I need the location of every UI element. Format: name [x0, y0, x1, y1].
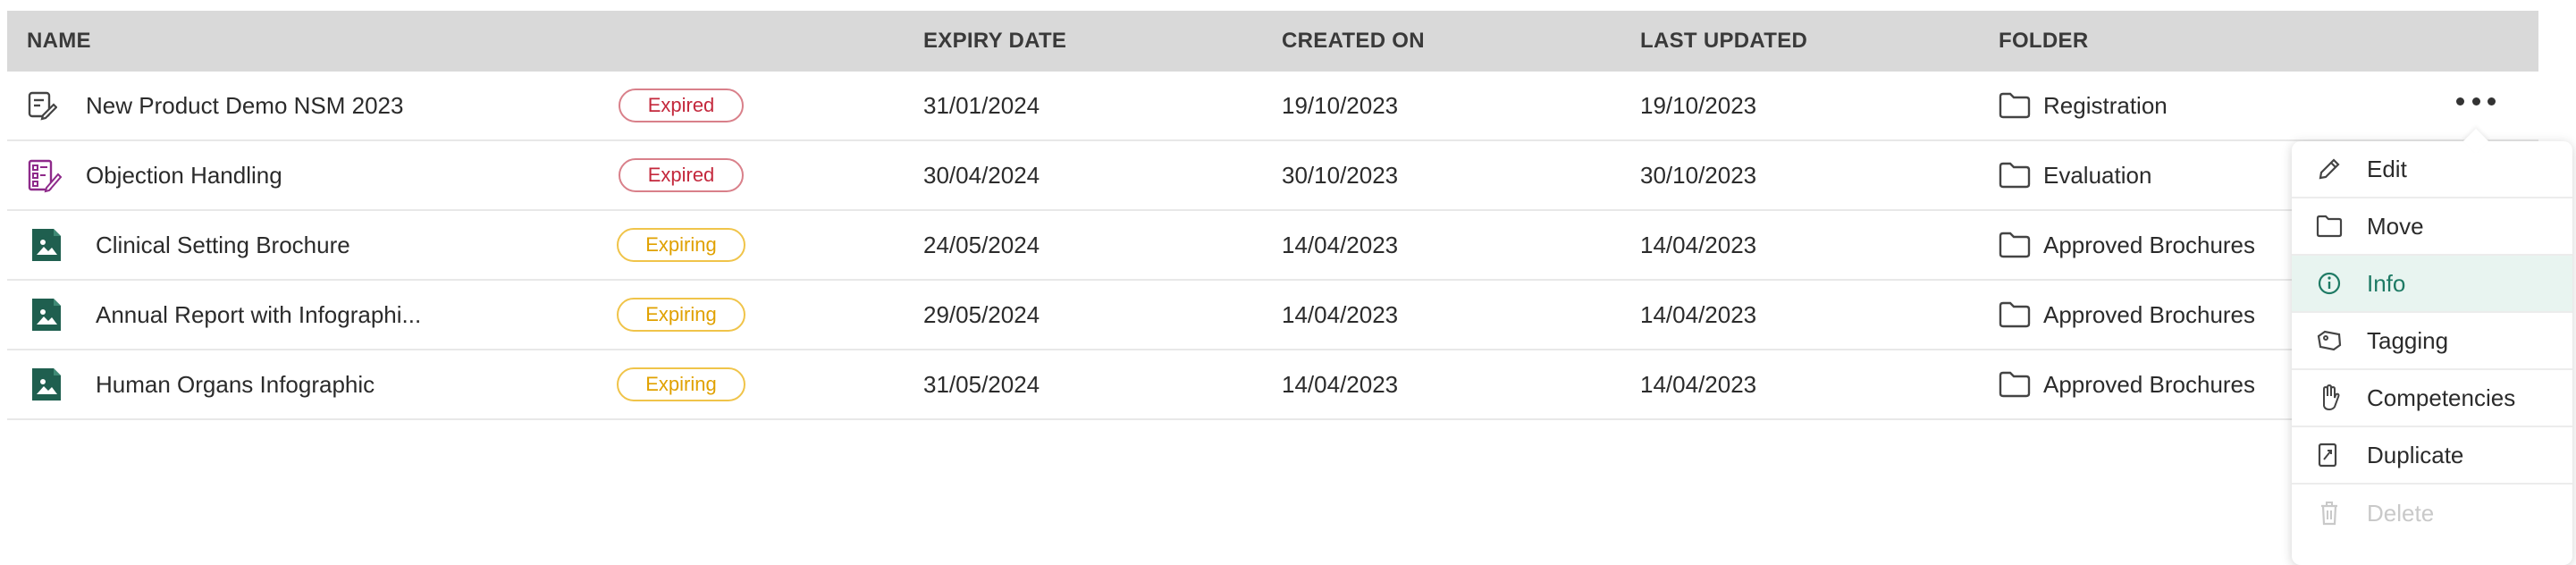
folder-icon — [1999, 232, 2031, 258]
last-updated: 19/10/2023 — [1640, 91, 1757, 119]
asset-name[interactable]: Human Organs Infographic — [96, 350, 375, 418]
created-on: 14/04/2023 — [1282, 300, 1399, 328]
menu-item-label: Duplicate — [2367, 441, 2464, 468]
asset-name[interactable]: Annual Report with Infographi... — [96, 281, 421, 349]
more-actions-button[interactable] — [2456, 88, 2496, 114]
menu-item-label: Info — [2367, 269, 2406, 297]
created-on: 14/04/2023 — [1282, 231, 1399, 258]
image-file-icon — [29, 281, 64, 349]
menu-item-label: Move — [2367, 212, 2424, 240]
context-menu: Edit Move Info Tagging Competencies Dupl… — [2292, 128, 2572, 565]
menu-item-label: Delete — [2367, 499, 2435, 527]
menu-item-label: Edit — [2367, 155, 2407, 182]
folder-cell: Approved Brochures — [1999, 211, 2255, 279]
asset-name[interactable]: New Product Demo NSM 2023 — [86, 72, 403, 139]
folder-name[interactable]: Approved Brochures — [2043, 371, 2255, 399]
asset-name[interactable]: Objection Handling — [86, 141, 282, 209]
expiry-date: 31/01/2024 — [923, 91, 1040, 119]
menu-item-delete[interactable]: Delete — [2292, 485, 2572, 542]
created-on: 19/10/2023 — [1282, 91, 1399, 119]
folder-icon — [1999, 92, 2031, 119]
image-file-icon — [29, 350, 64, 418]
status-badge: Expiring — [617, 367, 745, 401]
menu-item-competencies[interactable]: Competencies — [2292, 370, 2572, 427]
header-name[interactable]: NAME — [27, 11, 91, 72]
folder-name[interactable]: Approved Brochures — [2043, 301, 2255, 329]
header-created-on[interactable]: CREATED ON — [1282, 11, 1425, 72]
folder-icon — [1999, 301, 2031, 328]
menu-item-info[interactable]: Info — [2292, 256, 2572, 313]
folder-icon — [1999, 162, 2031, 189]
checklist-edit-icon — [27, 141, 63, 209]
menu-item-tagging[interactable]: Tagging — [2292, 313, 2572, 370]
table-row[interactable]: Human Organs Infographic Expiring 31/05/… — [7, 350, 2538, 420]
created-on: 30/10/2023 — [1282, 161, 1399, 189]
dot-icon — [2456, 97, 2464, 105]
table-row[interactable]: Annual Report with Infographi... Expirin… — [7, 281, 2538, 350]
last-updated: 14/04/2023 — [1640, 231, 1757, 258]
folder-icon — [1999, 371, 2031, 398]
header-folder[interactable]: FOLDER — [1999, 11, 2088, 72]
header-expiry-date[interactable]: EXPIRY DATE — [923, 11, 1066, 72]
trash-icon — [2292, 500, 2367, 527]
last-updated: 30/10/2023 — [1640, 161, 1757, 189]
last-updated: 14/04/2023 — [1640, 300, 1757, 328]
duplicate-icon — [2292, 442, 2367, 468]
expiry-date: 30/04/2024 — [923, 161, 1040, 189]
menu-item-label: Competencies — [2367, 384, 2516, 411]
folder-cell: Registration — [1999, 72, 2168, 139]
status-badge: Expired — [619, 158, 744, 192]
created-on: 14/04/2023 — [1282, 370, 1399, 398]
folder-name[interactable]: Registration — [2043, 92, 2168, 120]
dot-icon — [2488, 97, 2496, 105]
table-row[interactable]: New Product Demo NSM 2023 Expired 31/01/… — [7, 72, 2538, 141]
expiry-date: 31/05/2024 — [923, 370, 1040, 398]
menu-item-move[interactable]: Move — [2292, 198, 2572, 256]
status-badge: Expired — [619, 89, 744, 122]
folder-icon — [2292, 215, 2367, 238]
info-icon — [2292, 271, 2367, 296]
asset-name[interactable]: Clinical Setting Brochure — [96, 211, 350, 279]
expiry-date: 24/05/2024 — [923, 231, 1040, 258]
assets-table: NAME EXPIRY DATE CREATED ON LAST UPDATED… — [7, 11, 2538, 420]
tag-icon — [2292, 329, 2367, 352]
form-edit-icon — [27, 72, 57, 139]
status-badge: Expiring — [617, 228, 745, 262]
table-row[interactable]: Clinical Setting Brochure Expiring 24/05… — [7, 211, 2538, 281]
expiry-date: 29/05/2024 — [923, 300, 1040, 328]
folder-cell: Approved Brochures — [1999, 350, 2255, 418]
table-row[interactable]: Objection Handling Expired 30/04/2024 30… — [7, 141, 2538, 211]
hand-icon — [2292, 384, 2367, 411]
menu-item-duplicate[interactable]: Duplicate — [2292, 427, 2572, 485]
dot-icon — [2471, 97, 2480, 105]
menu-item-edit[interactable]: Edit — [2292, 141, 2572, 198]
folder-cell: Evaluation — [1999, 141, 2151, 209]
folder-name[interactable]: Approved Brochures — [2043, 232, 2255, 259]
last-updated: 14/04/2023 — [1640, 370, 1757, 398]
table-header: NAME EXPIRY DATE CREATED ON LAST UPDATED… — [7, 11, 2538, 72]
status-badge: Expiring — [617, 298, 745, 332]
folder-cell: Approved Brochures — [1999, 281, 2255, 349]
header-last-updated[interactable]: LAST UPDATED — [1640, 11, 1807, 72]
pencil-icon — [2292, 156, 2367, 181]
folder-name[interactable]: Evaluation — [2043, 162, 2151, 190]
image-file-icon — [29, 211, 64, 279]
menu-item-label: Tagging — [2367, 326, 2449, 354]
